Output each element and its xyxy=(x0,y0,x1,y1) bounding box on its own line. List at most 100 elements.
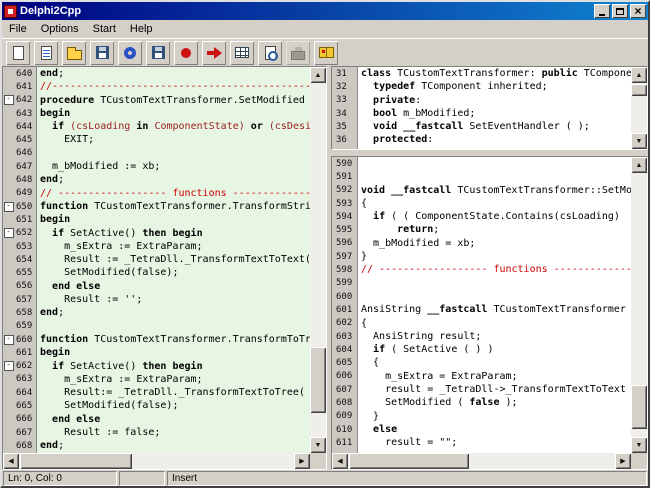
scrollbar-thumb[interactable] xyxy=(631,385,647,429)
maximize-button[interactable] xyxy=(612,4,628,18)
code-line[interactable]: if SetActive() then begin xyxy=(40,360,310,373)
scroll-down-button[interactable]: ▼ xyxy=(631,133,647,149)
scrollbar-thumb[interactable] xyxy=(631,84,647,96)
vertical-scrollbar[interactable]: ▲ ▼ xyxy=(631,157,647,453)
horizontal-scrollbar[interactable]: ◀ ▶ xyxy=(332,453,631,469)
vertical-scrollbar[interactable]: ▲ ▼ xyxy=(631,67,647,149)
code-line[interactable]: AnsiString __fastcall TCustomTextTransfo… xyxy=(361,303,631,316)
titlebar[interactable]: Delphi2Cpp × xyxy=(2,2,648,20)
fold-collapse-icon[interactable] xyxy=(3,200,14,213)
scroll-left-button[interactable]: ◀ xyxy=(332,453,348,469)
code-area[interactable]: void __fastcall TCustomTextTransformer::… xyxy=(358,157,631,453)
code-line[interactable]: m_bModified := xb; xyxy=(40,160,310,173)
code-line[interactable]: void __fastcall SetEventHandler ( ); xyxy=(361,120,631,133)
vertical-scrollbar[interactable]: ▲ ▼ xyxy=(310,67,326,453)
code-line[interactable]: //--------------------------------------… xyxy=(40,80,310,93)
print-preview-button[interactable] xyxy=(258,41,282,65)
code-line[interactable]: SetModified ( false ); xyxy=(361,396,631,409)
code-line[interactable]: end else xyxy=(40,413,310,426)
code-line[interactable]: Result:= _TetraDll._TransformTextToTree( xyxy=(40,386,310,399)
code-line[interactable]: end; xyxy=(40,439,310,452)
code-line[interactable] xyxy=(361,277,631,290)
code-line[interactable]: if ( SetActive ( ) ) xyxy=(361,343,631,356)
horizontal-scrollbar[interactable]: ◀ ▶ xyxy=(3,453,310,469)
code-line[interactable]: Result := false; xyxy=(40,426,310,439)
code-line[interactable]: // ------------------ functions --------… xyxy=(40,187,310,200)
minimize-button[interactable] xyxy=(594,4,610,18)
code-line[interactable]: typedef TComponent inherited; xyxy=(361,80,631,93)
code-line[interactable]: else xyxy=(361,423,631,436)
save-all-button[interactable] xyxy=(146,41,170,65)
code-line[interactable]: Result := _TetraDll._TransformTextToText… xyxy=(40,253,310,266)
code-line[interactable]: if ( ( ComponentState.Contains(csLoading… xyxy=(361,210,631,223)
code-line[interactable]: { xyxy=(361,197,631,210)
code-line[interactable]: private: xyxy=(361,94,631,107)
menu-item-start[interactable]: Start xyxy=(86,21,123,37)
code-line[interactable]: { xyxy=(361,356,631,369)
scroll-down-button[interactable]: ▼ xyxy=(631,437,647,453)
code-line[interactable]: begin xyxy=(40,213,310,226)
save-file-button[interactable] xyxy=(90,41,114,65)
open-folder-button[interactable] xyxy=(62,41,86,65)
scroll-up-button[interactable]: ▲ xyxy=(310,67,326,83)
close-button[interactable]: × xyxy=(630,4,646,18)
code-line[interactable] xyxy=(361,157,631,170)
code-line[interactable]: EXIT; xyxy=(40,133,310,146)
code-line[interactable]: if (csLoading in ComponentState) or (csD… xyxy=(40,120,310,133)
code-line[interactable]: { xyxy=(361,317,631,330)
fold-collapse-icon[interactable] xyxy=(3,227,14,240)
code-line[interactable]: AnsiString result; xyxy=(361,330,631,343)
edit-file-button[interactable] xyxy=(34,41,58,65)
code-line[interactable]: begin xyxy=(40,107,310,120)
help-button[interactable] xyxy=(314,41,338,65)
code-area[interactable]: end;//----------------------------------… xyxy=(37,67,310,453)
code-line[interactable]: end; xyxy=(40,173,310,186)
scroll-right-button[interactable]: ▶ xyxy=(294,453,310,469)
code-line[interactable]: result = ""; xyxy=(361,436,631,449)
table-view-button[interactable] xyxy=(230,41,254,65)
code-line[interactable]: end; xyxy=(40,67,310,80)
scrollbar-thumb[interactable] xyxy=(310,347,326,413)
code-line[interactable]: result = _TetraDll->_TransformTextToText xyxy=(361,383,631,396)
code-line[interactable]: function TCustomTextTransformer.Transfor… xyxy=(40,333,310,346)
code-line[interactable] xyxy=(361,290,631,303)
menu-item-help[interactable]: Help xyxy=(123,21,160,37)
code-line[interactable]: m_bModified = xb; xyxy=(361,237,631,250)
code-line[interactable]: procedure TCustomTextTransformer.SetModi… xyxy=(40,94,310,107)
code-line[interactable]: m_sExtra := ExtraParam; xyxy=(40,373,310,386)
scroll-up-button[interactable]: ▲ xyxy=(631,67,647,83)
code-area[interactable]: class TCustomTextTransformer: public TCo… xyxy=(358,67,631,149)
scroll-right-button[interactable]: ▶ xyxy=(615,453,631,469)
fold-collapse-icon[interactable] xyxy=(3,333,14,346)
code-line[interactable]: SetModified(false); xyxy=(40,399,310,412)
code-line[interactable]: Result := ''; xyxy=(40,293,310,306)
code-line[interactable]: m_sExtra := ExtraParam; xyxy=(40,240,310,253)
scrollbar-thumb[interactable] xyxy=(20,453,132,469)
code-line[interactable]: class TCustomTextTransformer: public TCo… xyxy=(361,67,631,80)
code-line[interactable]: m_sExtra = ExtraParam; xyxy=(361,370,631,383)
code-line[interactable]: SetModified(false); xyxy=(40,266,310,279)
code-line[interactable]: function TCustomTextTransformer.Transfor… xyxy=(40,200,310,213)
code-line[interactable]: begin xyxy=(40,346,310,359)
code-line[interactable] xyxy=(40,320,310,333)
fold-collapse-icon[interactable] xyxy=(3,94,14,107)
code-line[interactable] xyxy=(361,170,631,183)
code-line[interactable]: end; xyxy=(40,306,310,319)
code-line[interactable]: void __fastcall TCustomTextTransformer::… xyxy=(361,184,631,197)
new-file-button[interactable] xyxy=(6,41,30,65)
code-line[interactable]: return; xyxy=(361,223,631,236)
scrollbar-thumb[interactable] xyxy=(349,453,469,469)
menu-item-options[interactable]: Options xyxy=(34,21,86,37)
code-line[interactable]: } xyxy=(361,410,631,423)
menu-item-file[interactable]: File xyxy=(2,21,34,37)
scroll-down-button[interactable]: ▼ xyxy=(310,437,326,453)
code-line[interactable]: protected: xyxy=(361,133,631,146)
code-line[interactable]: bool m_bModified; xyxy=(361,107,631,120)
scroll-up-button[interactable]: ▲ xyxy=(631,157,647,173)
code-line[interactable]: } xyxy=(361,250,631,263)
code-line[interactable]: // ------------------ functions --------… xyxy=(361,263,631,276)
start-conversion-button[interactable] xyxy=(202,41,226,65)
code-line[interactable]: end else xyxy=(40,280,310,293)
stop-button[interactable] xyxy=(174,41,198,65)
scroll-left-button[interactable]: ◀ xyxy=(3,453,19,469)
